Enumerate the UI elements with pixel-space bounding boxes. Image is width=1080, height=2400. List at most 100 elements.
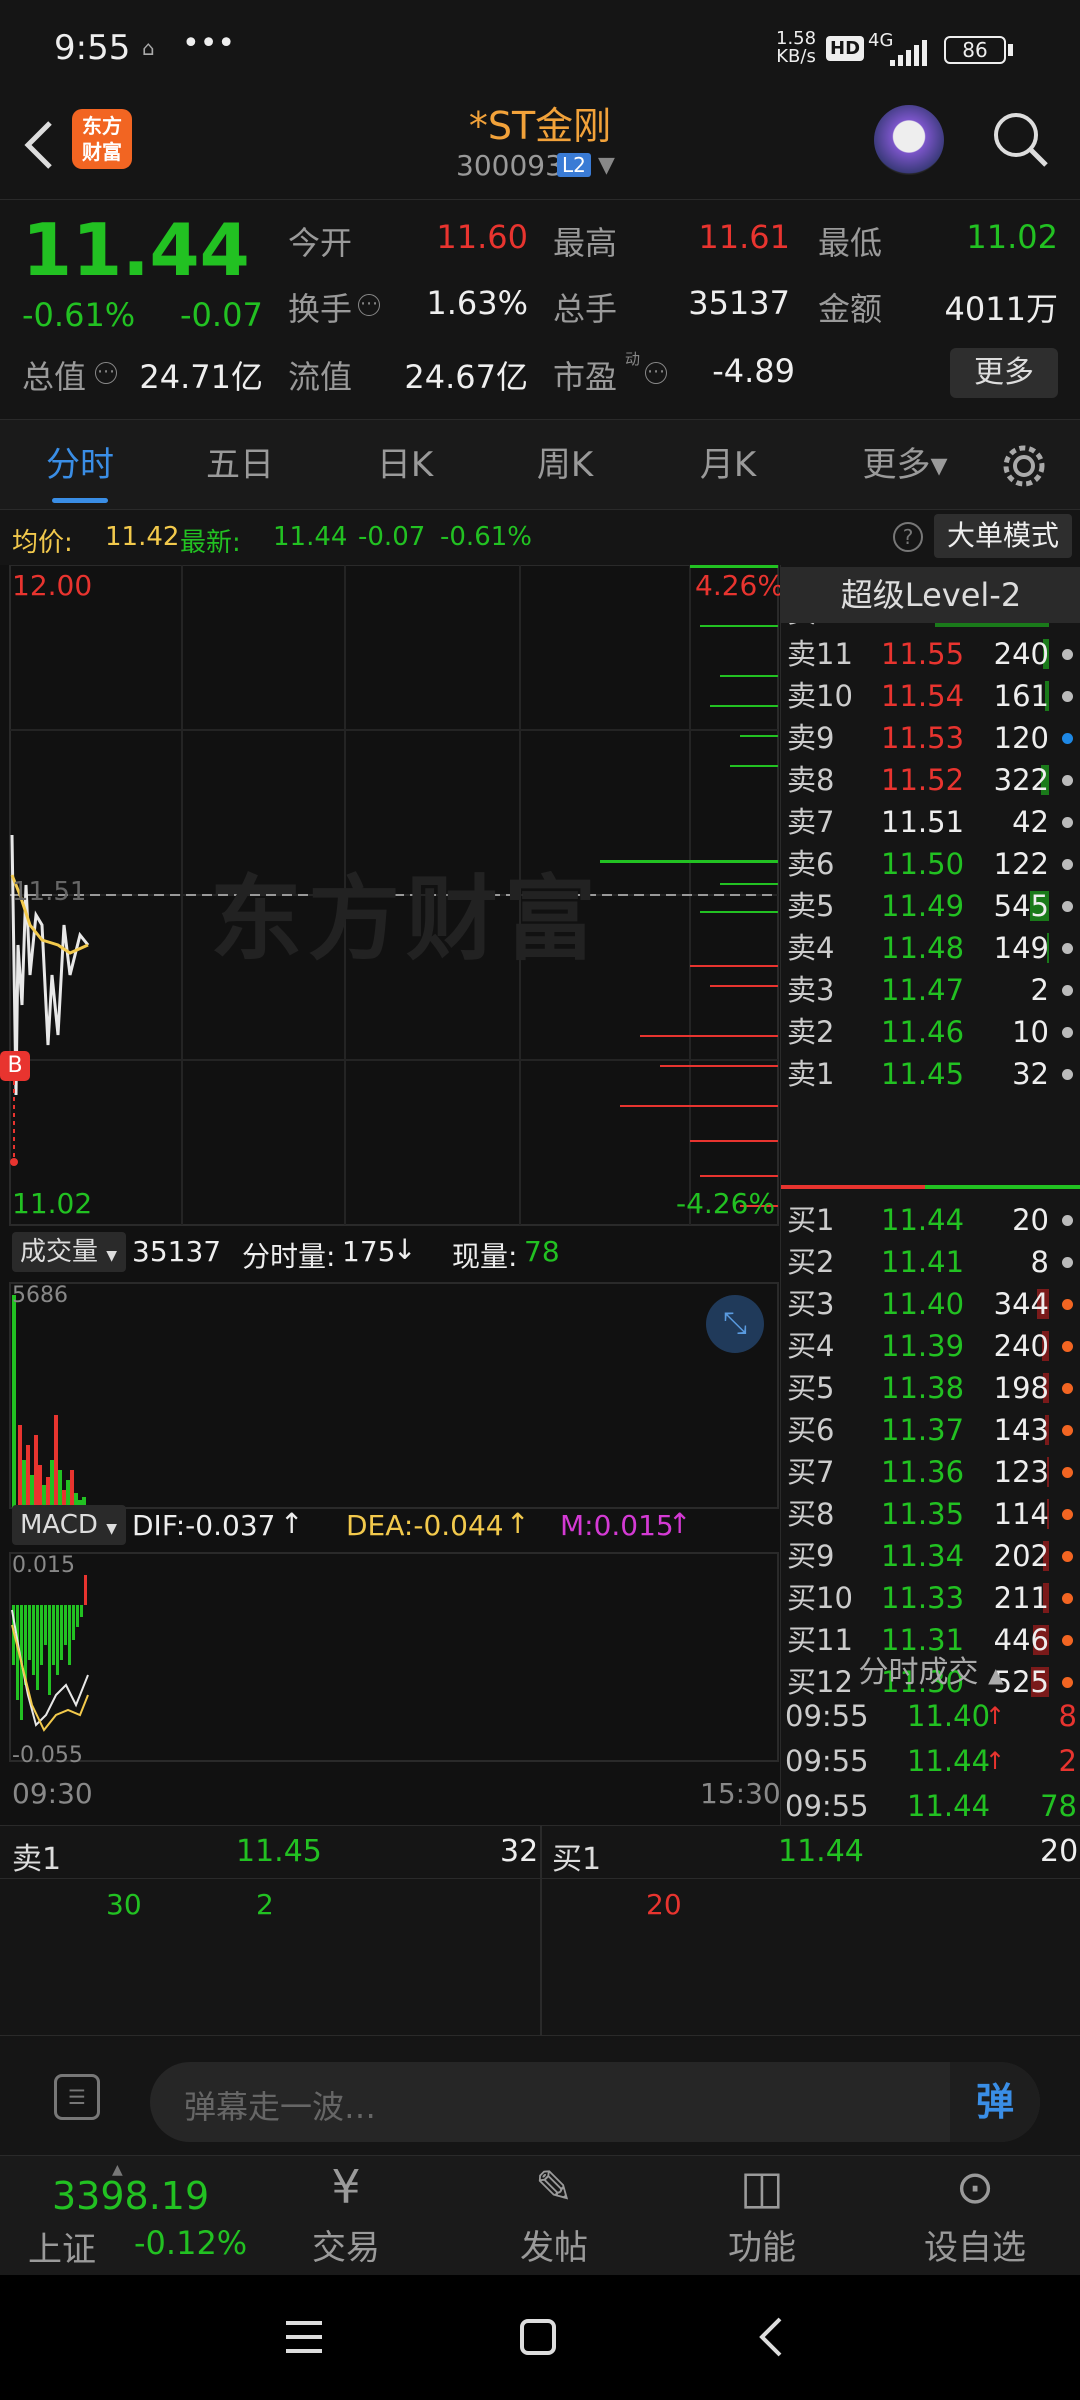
volume-label: 总手 [553,290,618,328]
bid-row[interactable]: 买7 11.36 123 [781,1451,1080,1493]
tab-daily-k[interactable]: 日K [345,420,465,510]
function-button[interactable]: ◫ 功能 [682,2156,842,2276]
ask-row[interactable]: 卖5 11.49 545 [781,885,1080,927]
fullscreen-icon[interactable]: ⤡ [706,1295,764,1353]
stock-header: 东方 财富 *ST金刚 300093 L2 ▼ [0,95,1080,200]
ask-row[interactable]: 卖10 11.54 161 [781,675,1080,717]
pe-info-icon[interactable]: ⋯ [645,362,667,384]
ask-row[interactable]: 卖7 11.51 42 [781,801,1080,843]
ask-row[interactable]: 卖8 11.52 322 [781,759,1080,801]
pe-label: 市盈 [553,358,618,396]
turnover-info-icon[interactable]: ⋯ [358,294,380,316]
level2-title[interactable]: 超级Level-2 [781,567,1080,623]
bid-row[interactable]: 买2 11.41 8 [781,1241,1080,1283]
bid-row[interactable]: 买8 11.35 114 [781,1493,1080,1535]
bid-row[interactable]: 买1 11.44 20 [781,1199,1080,1241]
bid-level-label: 买1 [787,1203,835,1237]
bid-order-dot-icon [1062,1593,1073,1604]
min-volume-value: 175 [342,1235,396,1268]
trade-time: 09:55 [785,1699,869,1733]
ask-order-dot-icon [1062,775,1073,786]
ask-price: 11.49 [881,889,965,923]
back-icon[interactable] [18,117,58,173]
ask-level-label: 卖6 [787,847,835,881]
bid-volume: 202 [993,1539,1049,1573]
search-icon[interactable] [990,109,1052,171]
bid-volume: 8 [1030,1245,1049,1279]
bid-price: 11.33 [881,1581,965,1615]
tab-more[interactable]: 更多▾ [840,420,970,510]
bid1-volume: 20 [1040,1834,1079,1869]
back-nav-icon[interactable] [752,2317,792,2357]
ask-price: 11.53 [881,721,965,755]
ask-row[interactable]: 卖11 11.55 240 [781,633,1080,675]
trade-row: 09:55 11.44 ↑ 2 [781,1740,1080,1782]
tab-intraday[interactable]: 分时 [20,420,140,510]
tab-monthly-k[interactable]: 月K [668,420,788,510]
last-label: 最新: [180,528,241,558]
help-icon[interactable]: ? [893,522,923,552]
ask-row[interactable]: 卖9 11.53 120 [781,717,1080,759]
trade-volume: 2 [1058,1744,1077,1778]
index-ticker[interactable]: 3398.19 ▲ 上证 -0.12% [0,2156,260,2276]
bid-row[interactable]: 买6 11.37 143 [781,1409,1080,1451]
bid-row[interactable]: 买3 11.40 344 [781,1283,1080,1325]
bid-order-dot-icon [1062,1509,1073,1520]
code-dropdown-icon[interactable]: ▼ [598,153,615,178]
ask-row[interactable]: 卖4 11.48 149 [781,927,1080,969]
danmu-toggle-icon[interactable]: ☰ [54,2074,100,2120]
big-order-mode-button[interactable]: 大单模式 [934,514,1072,558]
bid-row[interactable]: 买9 11.34 202 [781,1535,1080,1577]
bid-row[interactable]: 买5 11.38 198 [781,1367,1080,1409]
ask1-queue-2: 2 [256,1888,274,1921]
tab-five-day[interactable]: 五日 [180,420,300,510]
ask1-queue-1: 30 [106,1888,142,1921]
trade-time: 09:55 [785,1789,869,1823]
trades-title[interactable]: 分时成交 ▲ [781,1647,1080,1691]
net-speed: 1.58 KB/s [776,28,817,67]
bid-price: 11.38 [881,1371,965,1405]
danmu-input[interactable]: 弹幕走一波… 弹 [150,2062,1040,2142]
tab-weekly-k[interactable]: 周K [505,420,625,510]
y-axis-low: 11.02 [12,1187,93,1220]
macd-indicator-select[interactable]: MACD ▼ [12,1505,126,1545]
bid-volume: 344 [993,1287,1049,1321]
robot-assistant-icon[interactable] [874,105,944,175]
ask-volume: 32 [1012,1057,1049,1091]
ask-level-label: 卖1 [787,1057,835,1091]
more-button[interactable]: 更多 [950,348,1058,398]
bid-price: 11.41 [881,1245,965,1279]
ask-level-label: 卖11 [787,637,853,671]
ask-row[interactable]: 卖1 11.45 32 [781,1053,1080,1095]
gear-icon[interactable] [1000,442,1048,490]
ask-price: 11.54 [881,679,965,713]
dif-value: DIF:-0.037 [132,1509,276,1542]
bid-row[interactable]: 买10 11.33 211 [781,1577,1080,1619]
ask-order-dot-icon [1062,817,1073,828]
menu-icon[interactable] [284,2317,324,2357]
trade-row: 09:55 11.44 78 [781,1785,1080,1827]
buy-marker[interactable]: B [0,1051,30,1081]
volume-value: 35137 [688,284,790,322]
trade-button[interactable]: ¥ 交易 [266,2156,426,2276]
trade-volume: 8 [1058,1699,1077,1733]
bid-order-dot-icon [1062,1467,1073,1478]
danmu-send-button[interactable]: 弹 [950,2062,1040,2142]
mcap-info-icon[interactable]: ⋯ [95,362,117,384]
ask-row[interactable]: 卖6 11.50 122 [781,843,1080,885]
bid-volume: 114 [993,1497,1049,1531]
bid-price: 11.40 [881,1287,965,1321]
bid-level-label: 买2 [787,1245,835,1279]
ask-volume: 2 [1030,973,1049,1007]
ask-row[interactable]: 卖3 11.47 2 [781,969,1080,1011]
bid-level-label: 买9 [787,1539,835,1573]
ask-row[interactable]: 卖2 11.46 10 [781,1011,1080,1053]
volume-indicator-select[interactable]: 成交量 ▼ [12,1232,126,1272]
bid-price: 11.35 [881,1497,965,1531]
add-watchlist-button[interactable]: ⊙ 设自选 [895,2156,1055,2276]
bid-price: 11.39 [881,1329,965,1363]
bid-row[interactable]: 买4 11.39 240 [781,1325,1080,1367]
post-button[interactable]: ✎ 发帖 [474,2156,634,2276]
danmu-placeholder: 弹幕走一波… [184,2088,377,2126]
home-icon[interactable] [518,2317,558,2357]
